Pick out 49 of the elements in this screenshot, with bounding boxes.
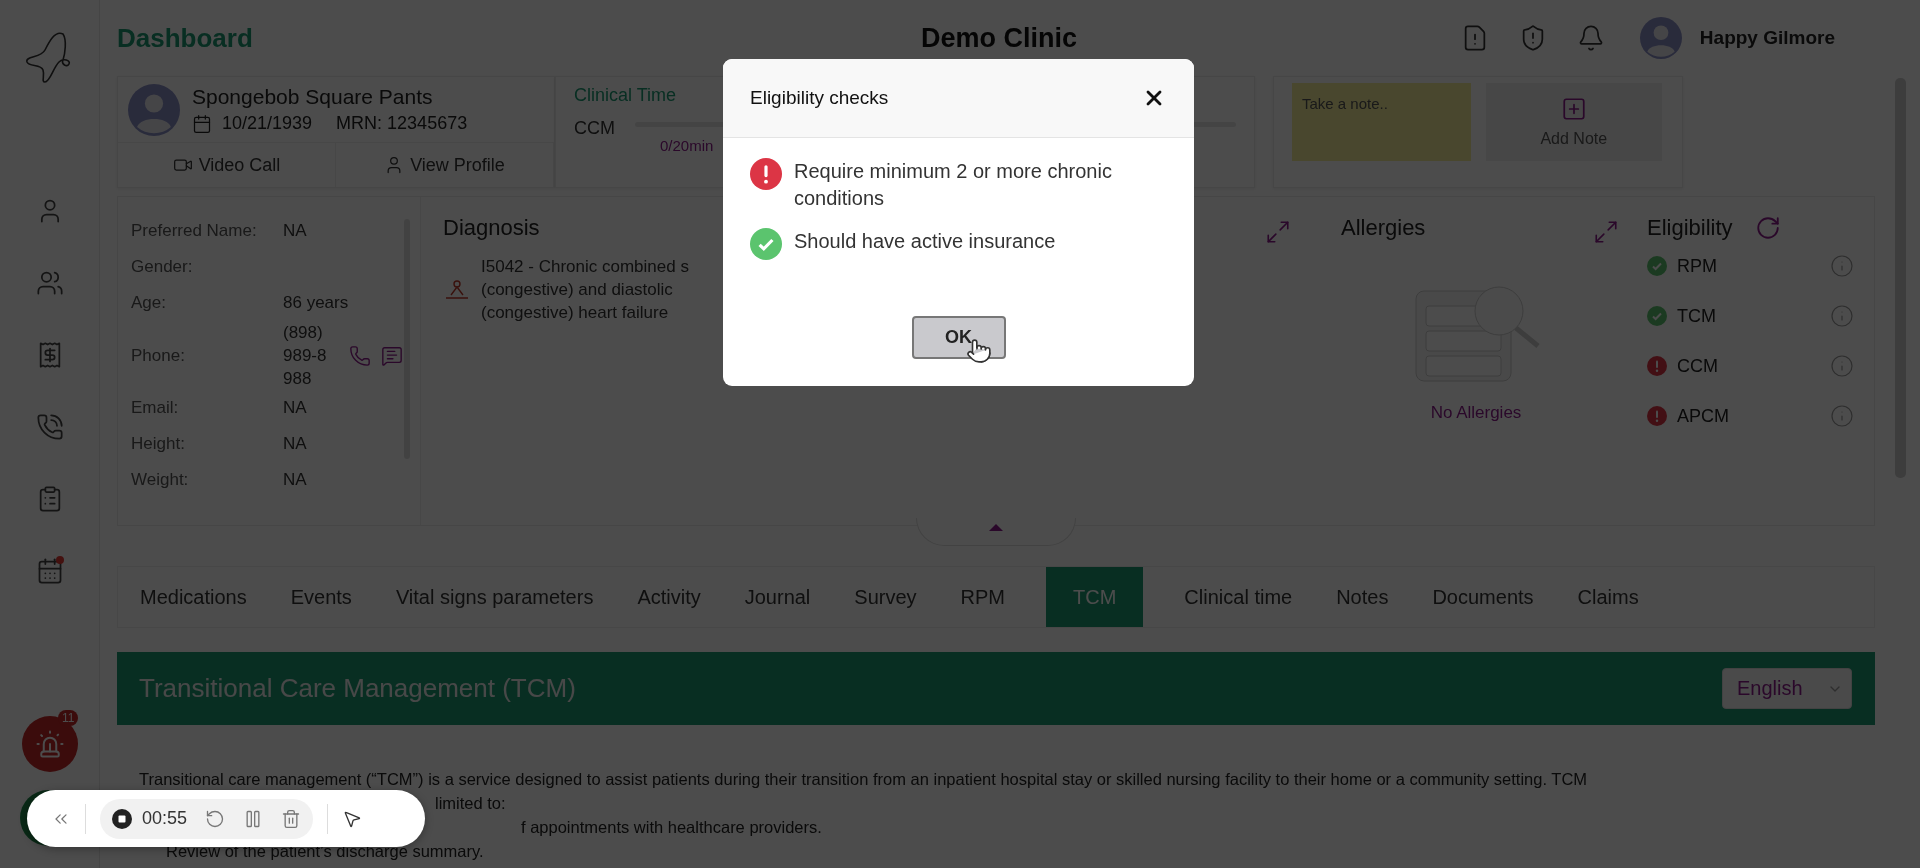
stop-icon[interactable] [112, 808, 132, 829]
tab[interactable]: Events [268, 567, 374, 627]
tab[interactable]: Activity [615, 567, 723, 627]
panel-title: Allergies [1341, 215, 1426, 241]
body-text: limited to: [435, 793, 506, 814]
field-value: NA [283, 470, 307, 490]
program-label: CCM [1677, 355, 1719, 377]
tab[interactable]: Vital signs parameters [373, 567, 616, 627]
section-title: Transitional Care Management (TCM) [139, 673, 577, 704]
dialog-title: Eligibility checks [750, 87, 889, 109]
card-title: Clinical Time [574, 85, 677, 106]
tab[interactable]: Claims [1555, 567, 1661, 627]
field-value: NA [283, 434, 307, 454]
tab[interactable]: Survey [832, 567, 939, 627]
body-text: f appointments with healthcare providers. [521, 817, 822, 838]
page-title: Dashboard [117, 22, 254, 54]
restart-icon[interactable] [205, 808, 226, 829]
tab[interactable]: RPM [938, 567, 1028, 627]
program-label: CCM [574, 118, 615, 139]
clinic-name: Demo Clinic [919, 22, 1078, 54]
mrn-text: MRN: 12345673 [336, 113, 468, 134]
diagnosis-text: (congestive) heart failure [481, 302, 670, 324]
field-value: NA [283, 221, 307, 241]
program-label: RPM [1677, 255, 1718, 277]
diagnosis-text: (congestive) and diastolic [481, 279, 674, 301]
diagnosis-text: I5042 - Chronic combined s [481, 256, 689, 278]
field-value: NA [283, 398, 307, 418]
field-value: 86 years [283, 293, 349, 313]
tab[interactable]: Medications [118, 567, 269, 627]
trash-icon[interactable] [281, 808, 302, 829]
tab[interactable]: Documents [1410, 567, 1556, 627]
program-label: TCM [1677, 305, 1717, 327]
panel-title: Eligibility [1647, 215, 1733, 241]
program-label: APCM [1677, 405, 1730, 427]
patient-name: Spongebob Square Pants [192, 85, 434, 109]
tab[interactable]: Journal [722, 567, 833, 627]
field-value: (898) 989-8988 [283, 322, 328, 390]
ok-button[interactable]: OK [911, 316, 1006, 359]
recording-time: 00:55 [142, 808, 188, 829]
panel-title: Diagnosis [443, 215, 540, 241]
birth-date: 10/21/1939 [222, 113, 313, 134]
empty-message: No Allergies [1430, 403, 1522, 423]
time-reading: 0/20min [660, 137, 714, 154]
user-name: Happy Gilmore [1699, 27, 1835, 49]
tab[interactable]: Clinical time [1162, 567, 1315, 627]
check-text: Should have active insurance [794, 229, 1056, 254]
check-text: Require minimum 2 or more chronic conditions [794, 159, 1113, 211]
intro-text: Transitional care management (“TCM”) is a service designed to assist patients during their transition from an inpatient hospital stay or skilled nursing facility to their home or a community setting. TCM [139, 769, 1588, 790]
tab[interactable]: Notes [1314, 567, 1411, 627]
